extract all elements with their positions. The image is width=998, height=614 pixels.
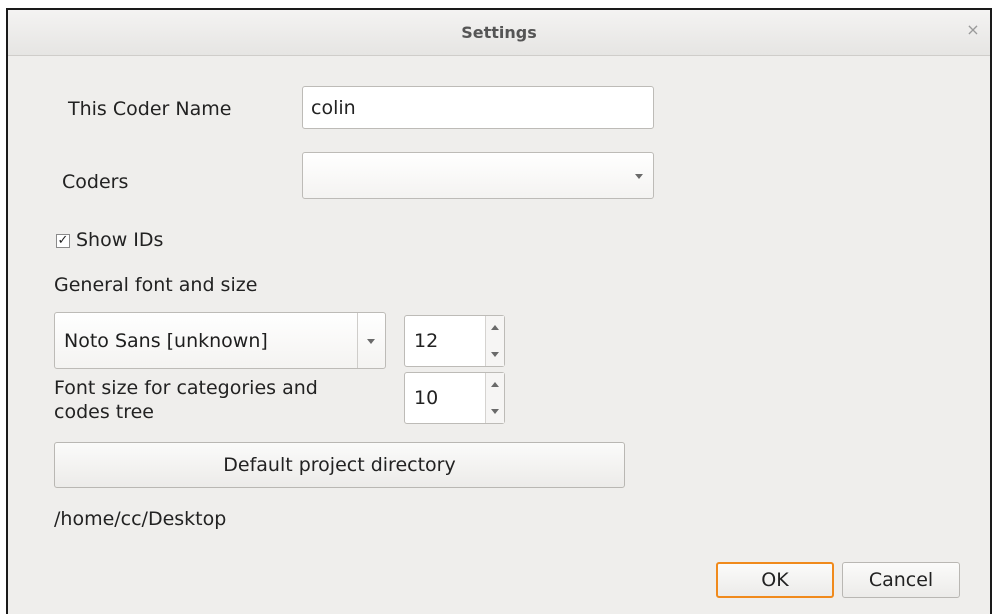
chevron-down-icon <box>635 173 643 179</box>
font-family-value: Noto Sans [unknown] <box>64 330 268 352</box>
spin-up-icon[interactable] <box>491 382 499 387</box>
show-ids-checkbox[interactable]: ✓ <box>56 234 70 248</box>
coder-name-label: This Coder Name <box>68 98 232 120</box>
dialog-title: Settings <box>461 23 537 42</box>
show-ids-label[interactable]: Show IDs <box>76 229 163 251</box>
default-project-directory-button[interactable]: Default project directory <box>54 442 625 488</box>
tree-font-size-value: 10 <box>414 387 439 409</box>
spin-up-icon[interactable] <box>491 325 499 330</box>
coder-name-input[interactable] <box>302 86 654 129</box>
font-size-value: 12 <box>414 330 439 352</box>
coders-select[interactable] <box>302 152 654 199</box>
close-icon[interactable]: × <box>964 21 982 39</box>
cancel-button[interactable]: Cancel <box>842 562 960 598</box>
spin-buttons <box>485 316 504 366</box>
chevron-down-icon <box>367 338 375 344</box>
tree-font-label: Font size for categories and codes tree <box>54 376 318 424</box>
tree-font-label-line1: Font size for categories and <box>54 377 318 399</box>
combo-separator <box>357 313 358 368</box>
spin-down-icon[interactable] <box>491 409 499 414</box>
spin-buttons <box>485 373 504 423</box>
coders-label: Coders <box>62 171 129 193</box>
font-family-select[interactable]: Noto Sans [unknown] <box>54 312 386 369</box>
spin-down-icon[interactable] <box>491 352 499 357</box>
project-directory-path: /home/cc/Desktop <box>54 508 227 530</box>
title-bar[interactable]: Settings × <box>8 10 990 56</box>
settings-dialog: Settings × This Coder Name Coders ✓ Show… <box>6 8 992 614</box>
ok-button[interactable]: OK <box>716 562 834 598</box>
tree-font-label-line2: codes tree <box>54 401 154 423</box>
tree-font-size-spinbox[interactable]: 10 <box>404 372 505 424</box>
general-font-label: General font and size <box>54 274 258 296</box>
font-size-spinbox[interactable]: 12 <box>404 315 505 367</box>
